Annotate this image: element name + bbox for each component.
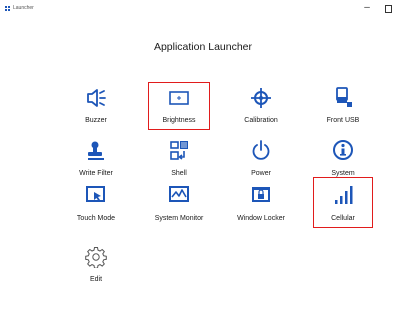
launcher-tile-shell[interactable]: Shell	[144, 140, 214, 188]
window-title: Launcher	[13, 5, 34, 11]
tile-label: System Monitor	[154, 215, 204, 222]
tile-label: Brightness	[162, 117, 196, 124]
launcher-tile-buzzer[interactable]: Buzzer	[61, 87, 131, 135]
launcher-tile-calibration[interactable]: Calibration	[226, 87, 296, 135]
tile-label: Write Filter	[79, 170, 113, 177]
launcher-tile-write-filter[interactable]: Write Filter	[61, 140, 131, 188]
tile-label: Shell	[171, 170, 187, 177]
calibration-crosshair-icon	[251, 88, 271, 108]
window-locker-icon	[252, 187, 270, 202]
tile-label: Power	[251, 170, 271, 177]
tile-label: Cellular	[331, 215, 355, 222]
launcher-window: Launcher – Application Launcher Buzzer B…	[0, 0, 406, 312]
maximize-icon	[385, 5, 392, 13]
launcher-tile-edit[interactable]: Edit	[61, 246, 131, 294]
tile-label: Calibration	[244, 117, 278, 124]
launcher-tile-power[interactable]: Power	[226, 140, 296, 188]
app-icon	[5, 6, 10, 11]
buzzer-icon	[87, 89, 106, 107]
page-title: Application Launcher	[153, 41, 253, 53]
launcher-tile-front-usb[interactable]: Front USB	[308, 87, 378, 135]
write-filter-icon	[88, 141, 104, 160]
launcher-tile-brightness[interactable]: Brightness	[144, 87, 214, 135]
title-bar: Launcher –	[0, 0, 406, 16]
launcher-tile-window-locker[interactable]: Window Locker	[226, 185, 296, 233]
usb-device-icon	[336, 87, 352, 107]
power-icon	[252, 140, 270, 160]
tile-label: Window Locker	[237, 215, 285, 222]
launcher-tile-touch-mode[interactable]: Touch Mode	[61, 185, 131, 233]
tile-label: System	[331, 170, 355, 177]
launcher-tile-system-monitor[interactable]: System Monitor	[144, 185, 214, 233]
gear-icon	[85, 247, 107, 268]
tile-label: Touch Mode	[76, 215, 116, 222]
cellular-signal-icon	[335, 186, 353, 204]
brightness-icon	[169, 91, 189, 105]
system-monitor-icon	[169, 186, 189, 202]
tile-label: Buzzer	[85, 117, 107, 124]
shell-icon	[170, 141, 188, 160]
info-icon	[333, 140, 353, 160]
tile-label: Front USB	[326, 117, 360, 124]
minimize-button[interactable]: –	[360, 2, 374, 14]
maximize-button[interactable]	[381, 2, 395, 14]
touch-mode-icon	[86, 186, 105, 202]
launcher-tile-system[interactable]: System	[308, 140, 378, 188]
launcher-tile-cellular[interactable]: Cellular	[308, 185, 378, 233]
tile-label: Edit	[89, 276, 103, 283]
